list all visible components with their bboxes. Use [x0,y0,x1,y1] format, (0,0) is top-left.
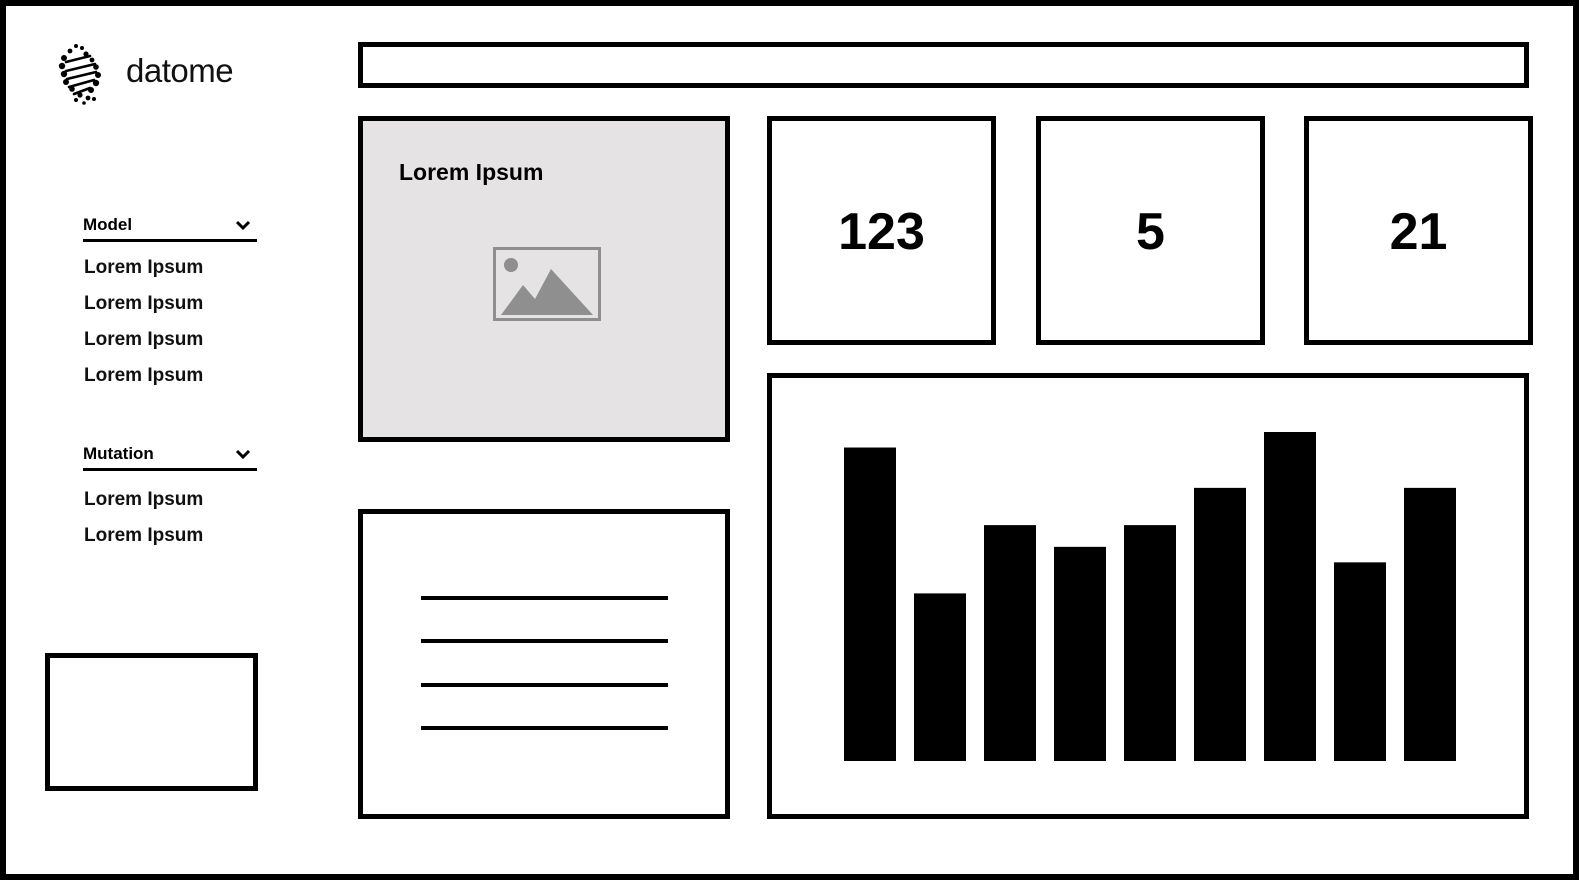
chart-bar [1264,432,1316,761]
mutation-section-title: Mutation [83,444,154,463]
model-section-title: Model [83,215,133,234]
mutation-item[interactable]: Lorem Ipsum [84,489,203,511]
chart-bar [1334,562,1386,761]
chart-bar [984,525,1036,761]
chart-bar [1404,487,1456,761]
chart-bar [1054,546,1106,761]
search-bar[interactable] [358,42,1529,88]
chart-bar [914,593,966,761]
stat-card[interactable]: 21 [1304,116,1533,345]
model-item[interactable]: Lorem Ipsum [84,365,203,387]
stat-card[interactable]: 5 [1036,116,1265,345]
stat-value: 123 [838,202,925,261]
chart-bar [844,447,896,761]
stat-value: 5 [1136,202,1165,261]
stat-value: 21 [1389,202,1448,261]
sidebar-placeholder-box [45,653,258,791]
chart-bar [1124,525,1176,761]
model-section-header[interactable]: Model [83,212,257,242]
chart-bar [1194,487,1246,761]
text-line-placeholder [421,596,668,600]
text-line-placeholder [421,639,668,643]
bar-chart-card[interactable] [767,373,1529,819]
chevron-down-icon[interactable] [235,448,251,460]
bar-chart [844,432,1456,761]
stat-card[interactable]: 123 [767,116,996,345]
image-card-title: Lorem Ipsum [399,159,544,185]
text-line-placeholder [421,726,668,730]
brand-name: datome [126,52,234,89]
dna-dots-icon [58,44,101,105]
chevron-down-icon[interactable] [235,219,251,231]
text-line-placeholder [421,683,668,687]
mutation-section-header[interactable]: Mutation [83,441,257,471]
model-item[interactable]: Lorem Ipsum [84,329,203,351]
model-item[interactable]: Lorem Ipsum [84,293,203,315]
model-item[interactable]: Lorem Ipsum [84,257,203,279]
text-card[interactable] [358,509,730,819]
image-placeholder-icon [493,247,601,321]
image-card[interactable]: Lorem Ipsum [358,116,730,442]
mutation-item[interactable]: Lorem Ipsum [84,525,203,547]
brand-logo[interactable]: datome [58,42,268,108]
